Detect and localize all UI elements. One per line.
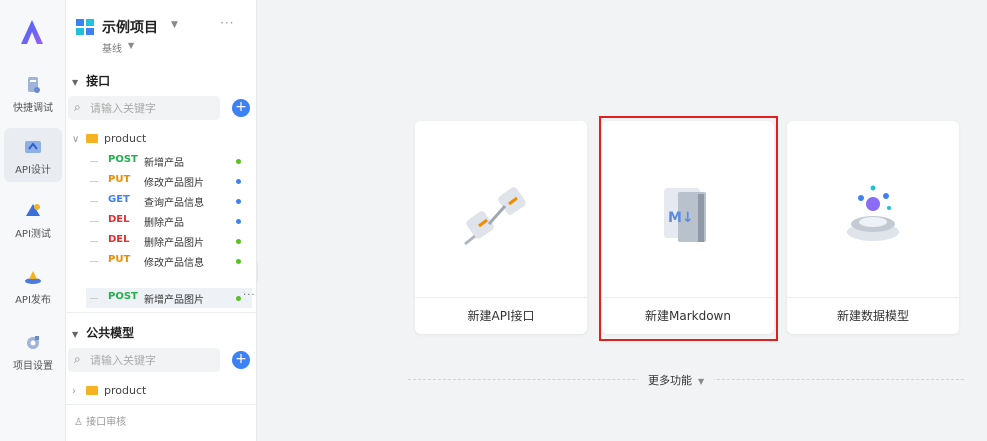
app-logo-icon[interactable] bbox=[18, 18, 46, 46]
left-rail: 快捷调试 API设计 API测试 API发布 项目设置 bbox=[0, 0, 66, 441]
method-badge: POST bbox=[108, 291, 138, 302]
caret-down-icon: ▼ bbox=[72, 78, 79, 87]
folder-label: product bbox=[104, 132, 147, 145]
status-dot bbox=[236, 296, 241, 301]
quick-debug-icon bbox=[28, 77, 40, 93]
chevron-down-icon[interactable]: ▼ bbox=[128, 41, 134, 50]
new-api-card[interactable]: 新建API接口 bbox=[415, 121, 587, 334]
app-root: 快捷调试 API设计 API测试 API发布 项目设置 示例项目 ▼ ··· 基… bbox=[0, 0, 987, 441]
chevron-down-icon: ▼ bbox=[698, 377, 705, 386]
section-api-title[interactable]: ▼ 接口 bbox=[72, 72, 110, 89]
api-plug-icon bbox=[464, 187, 526, 246]
api-item[interactable]: POST 新增产品 bbox=[86, 151, 252, 171]
api-name: 删除产品 bbox=[144, 218, 184, 229]
api-test-icon bbox=[26, 204, 40, 216]
caret-down-icon: ▼ bbox=[72, 330, 79, 339]
method-badge: DEL bbox=[108, 234, 130, 245]
section-model-title[interactable]: ▼ 公共模型 bbox=[72, 324, 134, 341]
rail-item-label: 项目设置 bbox=[13, 361, 53, 372]
search-icon: ⌕ bbox=[74, 352, 81, 366]
chevron-down-icon: ∨ bbox=[72, 134, 80, 145]
api-name: 新增产品 bbox=[144, 158, 184, 169]
rail-item-project-settings[interactable]: 项目设置 bbox=[4, 324, 62, 378]
folder-product[interactable]: ∨ product bbox=[72, 132, 146, 152]
folder-product-model[interactable]: › product bbox=[72, 384, 146, 404]
section-label: 接口 bbox=[86, 74, 111, 88]
api-item[interactable]: PUT 修改产品信息 bbox=[86, 251, 252, 271]
divider bbox=[66, 404, 257, 405]
folder-icon bbox=[86, 134, 98, 143]
folder-label: product bbox=[104, 384, 147, 397]
settings-icon bbox=[27, 336, 39, 349]
rail-item-label: API设计 bbox=[15, 165, 51, 176]
main-area: 新建API接口 M↓ 新建Markdown 新建数据模型 更多功能 ▼ bbox=[258, 0, 987, 441]
project-icon bbox=[76, 19, 94, 35]
api-publish-icon bbox=[25, 271, 41, 284]
project-name[interactable]: 示例项目 bbox=[102, 17, 158, 37]
branch-selector[interactable]: 基线 bbox=[102, 40, 122, 55]
add-model-button[interactable]: + bbox=[232, 351, 250, 369]
add-api-button[interactable]: + bbox=[232, 99, 250, 117]
status-dot bbox=[236, 239, 241, 244]
api-item[interactable]: GET 查询产品信息 bbox=[86, 191, 252, 211]
new-data-model-card[interactable]: 新建数据模型 bbox=[787, 121, 959, 334]
model-search-box[interactable]: ⌕ bbox=[68, 348, 220, 372]
card-label: 新建数据模型 bbox=[836, 309, 909, 323]
api-item[interactable]: PUT 修改产品图片 bbox=[86, 171, 252, 191]
divider bbox=[66, 312, 257, 313]
folder-icon bbox=[86, 386, 98, 395]
api-name: 删除产品图片 bbox=[144, 238, 204, 249]
rail-item-label: 快捷调试 bbox=[13, 103, 53, 114]
rail-item-api-design[interactable]: API设计 bbox=[4, 128, 62, 182]
api-item[interactable]: POST 新增产品图片 ··· bbox=[86, 288, 255, 308]
status-dot bbox=[236, 259, 241, 264]
model-search-input[interactable] bbox=[90, 351, 214, 369]
api-tree-panel: 示例项目 ▼ ··· 基线 ▼ ▼ 接口 ⌕ + ∨ product POST 新增产… bbox=[66, 0, 257, 441]
method-badge: GET bbox=[108, 194, 130, 205]
rail-item-api-publish[interactable]: API发布 bbox=[4, 258, 62, 312]
status-dot bbox=[236, 179, 241, 184]
review-icon: ♙ bbox=[74, 417, 87, 428]
data-model-icon bbox=[847, 185, 899, 241]
method-badge: POST bbox=[108, 154, 138, 165]
highlight-box bbox=[599, 116, 778, 341]
method-badge: DEL bbox=[108, 214, 130, 225]
rail-item-quick-debug[interactable]: 快捷调试 bbox=[4, 66, 62, 120]
api-name: 修改产品信息 bbox=[144, 258, 204, 269]
api-search-box[interactable]: ⌕ bbox=[68, 96, 220, 120]
status-dot bbox=[236, 219, 241, 224]
section-label: 公共模型 bbox=[86, 326, 135, 340]
method-badge: PUT bbox=[108, 254, 131, 265]
api-name: 修改产品图片 bbox=[144, 178, 204, 189]
search-icon: ⌕ bbox=[74, 100, 81, 114]
api-review-link[interactable]: ♙ 接口审核 bbox=[74, 413, 126, 428]
api-design-icon bbox=[25, 141, 41, 153]
api-name: 新增产品图片 bbox=[144, 295, 204, 306]
chevron-right-icon: › bbox=[72, 386, 76, 397]
api-search-input[interactable] bbox=[90, 99, 214, 117]
more-features-button[interactable]: 更多功能 ▼ bbox=[638, 372, 715, 388]
status-dot bbox=[236, 199, 241, 204]
api-name: 查询产品信息 bbox=[144, 198, 204, 209]
status-dot bbox=[236, 159, 241, 164]
rail-item-label: API发布 bbox=[15, 295, 51, 306]
api-item[interactable]: DEL 删除产品图片 bbox=[86, 231, 252, 251]
api-item[interactable]: DEL 删除产品 bbox=[86, 211, 252, 231]
rail-item-api-test[interactable]: API测试 bbox=[4, 192, 62, 246]
rail-item-label: API测试 bbox=[15, 229, 51, 240]
more-features-label: 更多功能 bbox=[648, 374, 692, 387]
review-label: 接口审核 bbox=[86, 417, 127, 428]
item-more-button[interactable]: ··· bbox=[243, 290, 256, 301]
card-label: 新建API接口 bbox=[467, 309, 535, 323]
method-badge: PUT bbox=[108, 174, 131, 185]
chevron-down-icon[interactable]: ▼ bbox=[171, 20, 178, 30]
project-more-button[interactable]: ··· bbox=[220, 16, 234, 30]
